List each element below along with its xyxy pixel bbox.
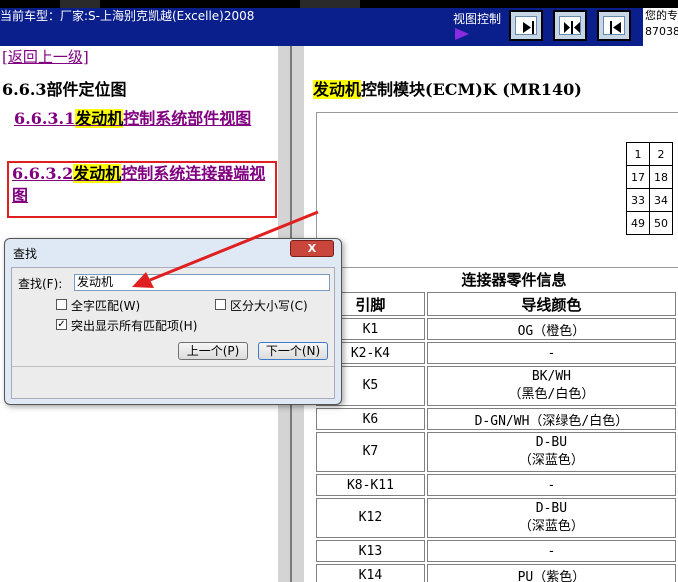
view-control-label: 视图控制 [453, 12, 502, 26]
highlight-all-checkbox[interactable]: ✓ [56, 319, 67, 330]
link1-number: 6.6.3.1 [14, 109, 76, 128]
dialog-separator [12, 366, 334, 367]
expand-right-button[interactable] [509, 10, 543, 41]
view-control-arrow-icon[interactable] [455, 28, 469, 40]
pin-cell: 49 [626, 211, 650, 235]
wire-color-name: （深蓝色） [518, 453, 584, 468]
table-row: K14 PU（紫色） [316, 564, 676, 582]
find-next-button[interactable]: 下一个(N) [258, 342, 328, 360]
find-dialog: 查找 X 查找(F): 发动机 全字匹配(W) 区分大小写(C) ✓ 突出显示所… [4, 238, 342, 405]
table-row: K1 OG（橙色） [316, 318, 676, 340]
current-car-model: 当前车型：厂家:S-上海别克凯越(Excelle)2008 [0, 9, 255, 23]
pin-value: K7 [316, 432, 425, 472]
split-arrows-icon [564, 21, 580, 34]
table-row: K2-K4- [316, 342, 676, 364]
section-title: 6.6.3部件定位图 [2, 80, 127, 99]
wire-color-name: （黑色/白色） [508, 387, 595, 402]
table-title: 连接器零件信息 [461, 271, 567, 289]
whole-word-label[interactable]: 全字匹配(W) [71, 297, 140, 314]
arrow-left-bar-icon [610, 21, 621, 34]
pin-cell: 1 [626, 142, 650, 166]
link1-text: 控制系统部件视图 [123, 109, 252, 128]
arrow-right-bar-icon [523, 21, 534, 34]
match-case-label[interactable]: 区分大小写(C) [230, 297, 308, 314]
wire-color: D-BU （深蓝色） [426, 432, 676, 472]
table-row: K13- [316, 540, 676, 562]
link1-highlight: 发动机 [75, 109, 124, 128]
wire-color: BK/WH （黑色/白色） [426, 366, 676, 406]
pin-cell: 50 [649, 211, 673, 235]
wire-color-name: （深蓝色） [518, 519, 584, 534]
pin-value: K13 [316, 540, 425, 562]
highlight-all-label[interactable]: 突出显示所有匹配项(H) [71, 317, 197, 334]
find-previous-button[interactable]: 上一个(P) [178, 342, 248, 360]
split-view-button[interactable] [553, 10, 587, 41]
pin-value: K12 [316, 498, 425, 538]
table-row: K12 D-BU （深蓝色） [316, 498, 676, 538]
wire-color-code: D-BU [535, 435, 568, 450]
right-pane: 发动机控制模块(ECM)K (MR140) 12 17 18 33 34 49 50 … [304, 46, 678, 582]
table-row: K5 BK/WH （黑色/白色） [316, 366, 676, 406]
expand-left-button[interactable] [597, 10, 631, 41]
checkmark-icon: ✓ [57, 319, 66, 330]
module-title-text: 控制模块(ECM)K (MR140) [361, 80, 582, 99]
whole-word-checkbox[interactable] [56, 299, 67, 310]
back-link[interactable]: [返回上一级] [2, 46, 89, 67]
pin-cell: 33 [626, 188, 650, 212]
module-title: 发动机控制模块(ECM)K (MR140) [313, 76, 582, 100]
wire-color: OG（橙色） [426, 318, 676, 340]
link-component-view[interactable]: 6.6.3.1发动机控制系统部件视图 [14, 108, 276, 130]
table-row: K6 D-GN/WH（深绿色/白色） [316, 408, 676, 430]
pin-value: K6 [316, 408, 425, 430]
wire-color: - [426, 474, 676, 496]
wire-color: D-BU （深蓝色） [426, 498, 676, 538]
top-strip [0, 0, 678, 8]
info-line-2: 87038 [645, 25, 678, 38]
dialog-body: 查找(F): 发动机 全字匹配(W) 区分大小写(C) ✓ 突出显示所有匹配项(… [11, 267, 335, 399]
wire-color: - [426, 342, 676, 364]
column-header-color: 导线颜色 [426, 292, 676, 316]
pin-cell: 18 [649, 165, 673, 189]
info-panel: 您的专 87038 [643, 8, 678, 46]
pin-cell: 2 [649, 142, 673, 166]
pin-table: 引脚 导线颜色 K1 OG（橙色） K2-K4- K5 BK/WH （黑色/白色） K6… [314, 290, 678, 582]
wire-color: PU（紫色） [426, 564, 676, 582]
table-row: K8-K11- [316, 474, 676, 496]
find-label: 查找(F): [18, 277, 63, 291]
top-toolbar: 当前车型：厂家:S-上海别克凯越(Excelle)2008 视图控制 您的专 8… [0, 0, 678, 46]
pin-cell: 34 [649, 188, 673, 212]
module-title-highlight: 发动机 [313, 80, 362, 99]
pin-value: K8-K11 [316, 474, 425, 496]
pin-cell: 17 [626, 165, 650, 189]
info-line-1: 您的专 [645, 9, 678, 22]
pin-value: K14 [316, 564, 425, 582]
find-input[interactable]: 发动机 [74, 274, 330, 291]
wire-color: D-GN/WH（深绿色/白色） [426, 408, 676, 430]
match-case-checkbox[interactable] [215, 299, 226, 310]
pin-grid: 12 17 18 33 34 49 50 [626, 142, 673, 235]
close-button[interactable]: X [290, 240, 334, 257]
wire-color-code: D-BU [535, 501, 568, 516]
dialog-title: 查找 [13, 247, 38, 261]
table-row: K7 D-BU （深蓝色） [316, 432, 676, 472]
wire-color-code: BK/WH [531, 369, 571, 384]
annotation-box [7, 161, 277, 218]
connector-diagram [316, 112, 678, 268]
wire-color: - [426, 540, 676, 562]
